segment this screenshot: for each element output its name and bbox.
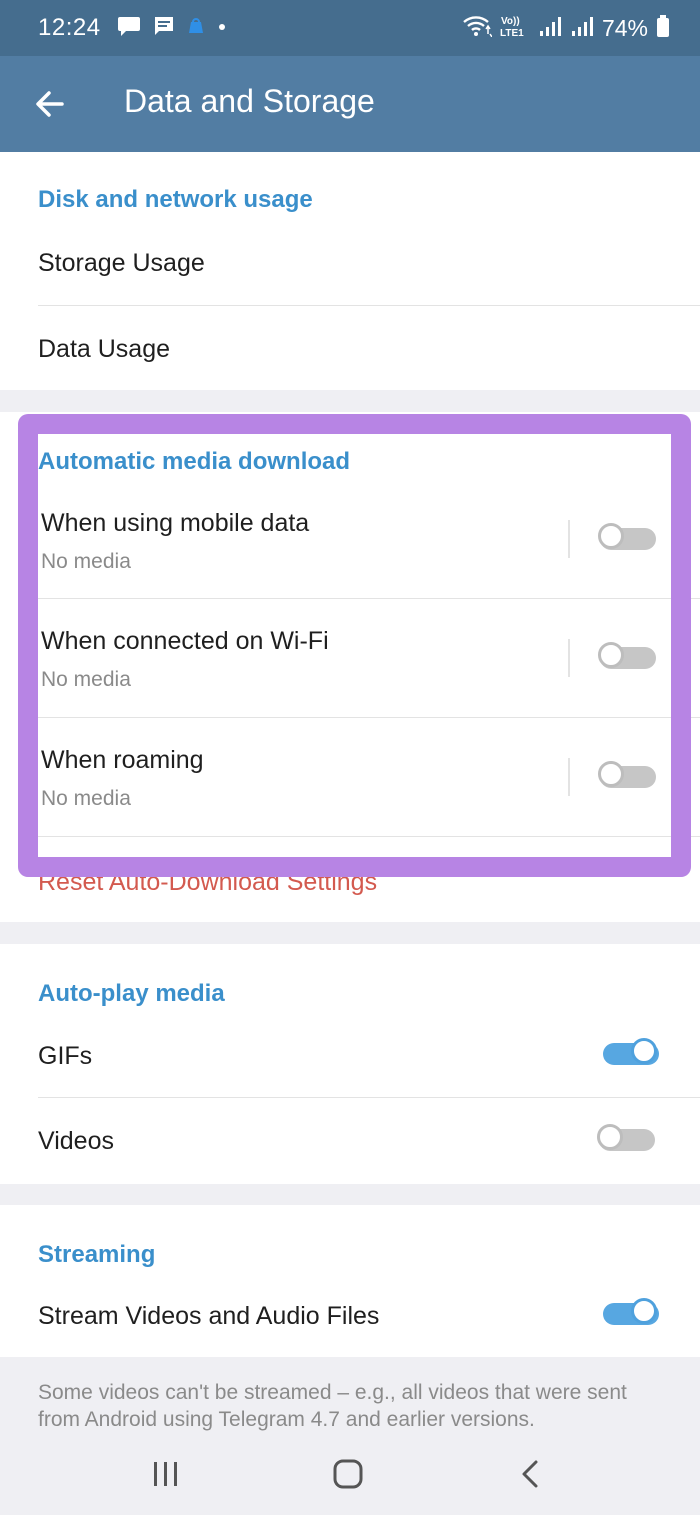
wifi-icon xyxy=(462,15,493,42)
back-icon xyxy=(522,1460,538,1488)
svg-text:Vo)): Vo)) xyxy=(501,16,520,27)
chat-bubble-icon xyxy=(117,15,141,42)
streaming-card: Streaming Stream Videos and Audio Files xyxy=(0,1205,700,1357)
app-bar: Data and Storage xyxy=(0,56,700,152)
svg-text:LTE1: LTE1 xyxy=(500,28,524,39)
autoplay-card: Auto-play media GIFs Videos xyxy=(0,944,700,1184)
message-icon xyxy=(153,15,175,42)
section-header-auto-download: Automatic media download xyxy=(38,448,351,475)
divider xyxy=(38,836,700,837)
home-icon xyxy=(333,1459,363,1489)
data-usage-label: Data Usage xyxy=(38,335,171,363)
home-button[interactable] xyxy=(326,1454,370,1494)
navigation-bar xyxy=(0,1430,700,1515)
notification-icons xyxy=(117,15,227,42)
wifi-subtitle: No media xyxy=(41,668,131,691)
videos-row[interactable]: Videos xyxy=(0,1098,700,1184)
status-indicators: Vo)) LTE1 74% xyxy=(462,13,670,44)
battery-percent: 74% xyxy=(601,14,648,41)
reset-auto-download-button[interactable]: Reset Auto-Download Settings xyxy=(38,868,377,897)
mobile-data-title: When using mobile data xyxy=(41,509,310,537)
recent-apps-button[interactable] xyxy=(144,1454,188,1494)
page-title: Data and Storage xyxy=(124,83,375,119)
section-header-autoplay: Auto-play media xyxy=(38,980,225,1007)
back-button[interactable] xyxy=(30,84,70,124)
section-header-streaming: Streaming xyxy=(38,1241,156,1268)
streaming-note: Some videos can't be streamed – e.g., al… xyxy=(38,1381,627,1431)
row-separator xyxy=(568,639,570,677)
stream-videos-toggle[interactable] xyxy=(601,1291,661,1339)
roaming-toggle[interactable] xyxy=(598,754,658,802)
row-separator xyxy=(568,758,570,796)
videos-label: Videos xyxy=(38,1127,114,1155)
status-time: 12:24 xyxy=(38,14,101,41)
arrow-left-icon xyxy=(36,91,64,117)
status-bar: 12:24 Vo)) LTE1 74% xyxy=(0,0,700,56)
volte-lte-icon: Vo)) LTE1 xyxy=(500,13,530,44)
roaming-subtitle: No media xyxy=(41,787,131,810)
videos-toggle[interactable] xyxy=(597,1117,657,1165)
signal-icon-2 xyxy=(570,15,594,42)
row-separator xyxy=(568,520,570,558)
wifi-toggle[interactable] xyxy=(598,635,658,683)
stream-videos-row[interactable]: Stream Videos and Audio Files xyxy=(0,1273,700,1357)
mobile-data-subtitle: No media xyxy=(41,550,131,573)
signal-icon xyxy=(538,15,562,42)
storage-usage-label: Storage Usage xyxy=(38,249,205,277)
nav-back-button[interactable] xyxy=(508,1454,552,1494)
dot-icon xyxy=(217,19,227,37)
storage-usage-row[interactable]: Storage Usage xyxy=(0,220,700,305)
app-icon xyxy=(187,17,205,40)
recent-apps-icon xyxy=(154,1462,177,1486)
battery-icon xyxy=(656,14,670,43)
gifs-toggle[interactable] xyxy=(601,1031,661,1079)
disk-usage-card: Disk and network usage Storage Usage Dat… xyxy=(0,152,700,390)
gifs-row[interactable]: GIFs xyxy=(0,1013,700,1097)
section-header-disk: Disk and network usage xyxy=(38,186,313,213)
mobile-data-row[interactable]: When using mobile data No media xyxy=(0,480,700,598)
gifs-label: GIFs xyxy=(38,1042,93,1070)
wifi-title: When connected on Wi-Fi xyxy=(41,627,329,655)
roaming-row[interactable]: When roaming No media xyxy=(0,718,700,836)
data-usage-row[interactable]: Data Usage xyxy=(0,306,700,390)
wifi-row[interactable]: When connected on Wi-Fi No media xyxy=(0,599,700,717)
mobile-data-toggle[interactable] xyxy=(598,516,658,564)
roaming-title: When roaming xyxy=(41,746,204,774)
stream-videos-label: Stream Videos and Audio Files xyxy=(38,1302,380,1330)
auto-download-card: Automatic media download When using mobi… xyxy=(0,412,700,922)
